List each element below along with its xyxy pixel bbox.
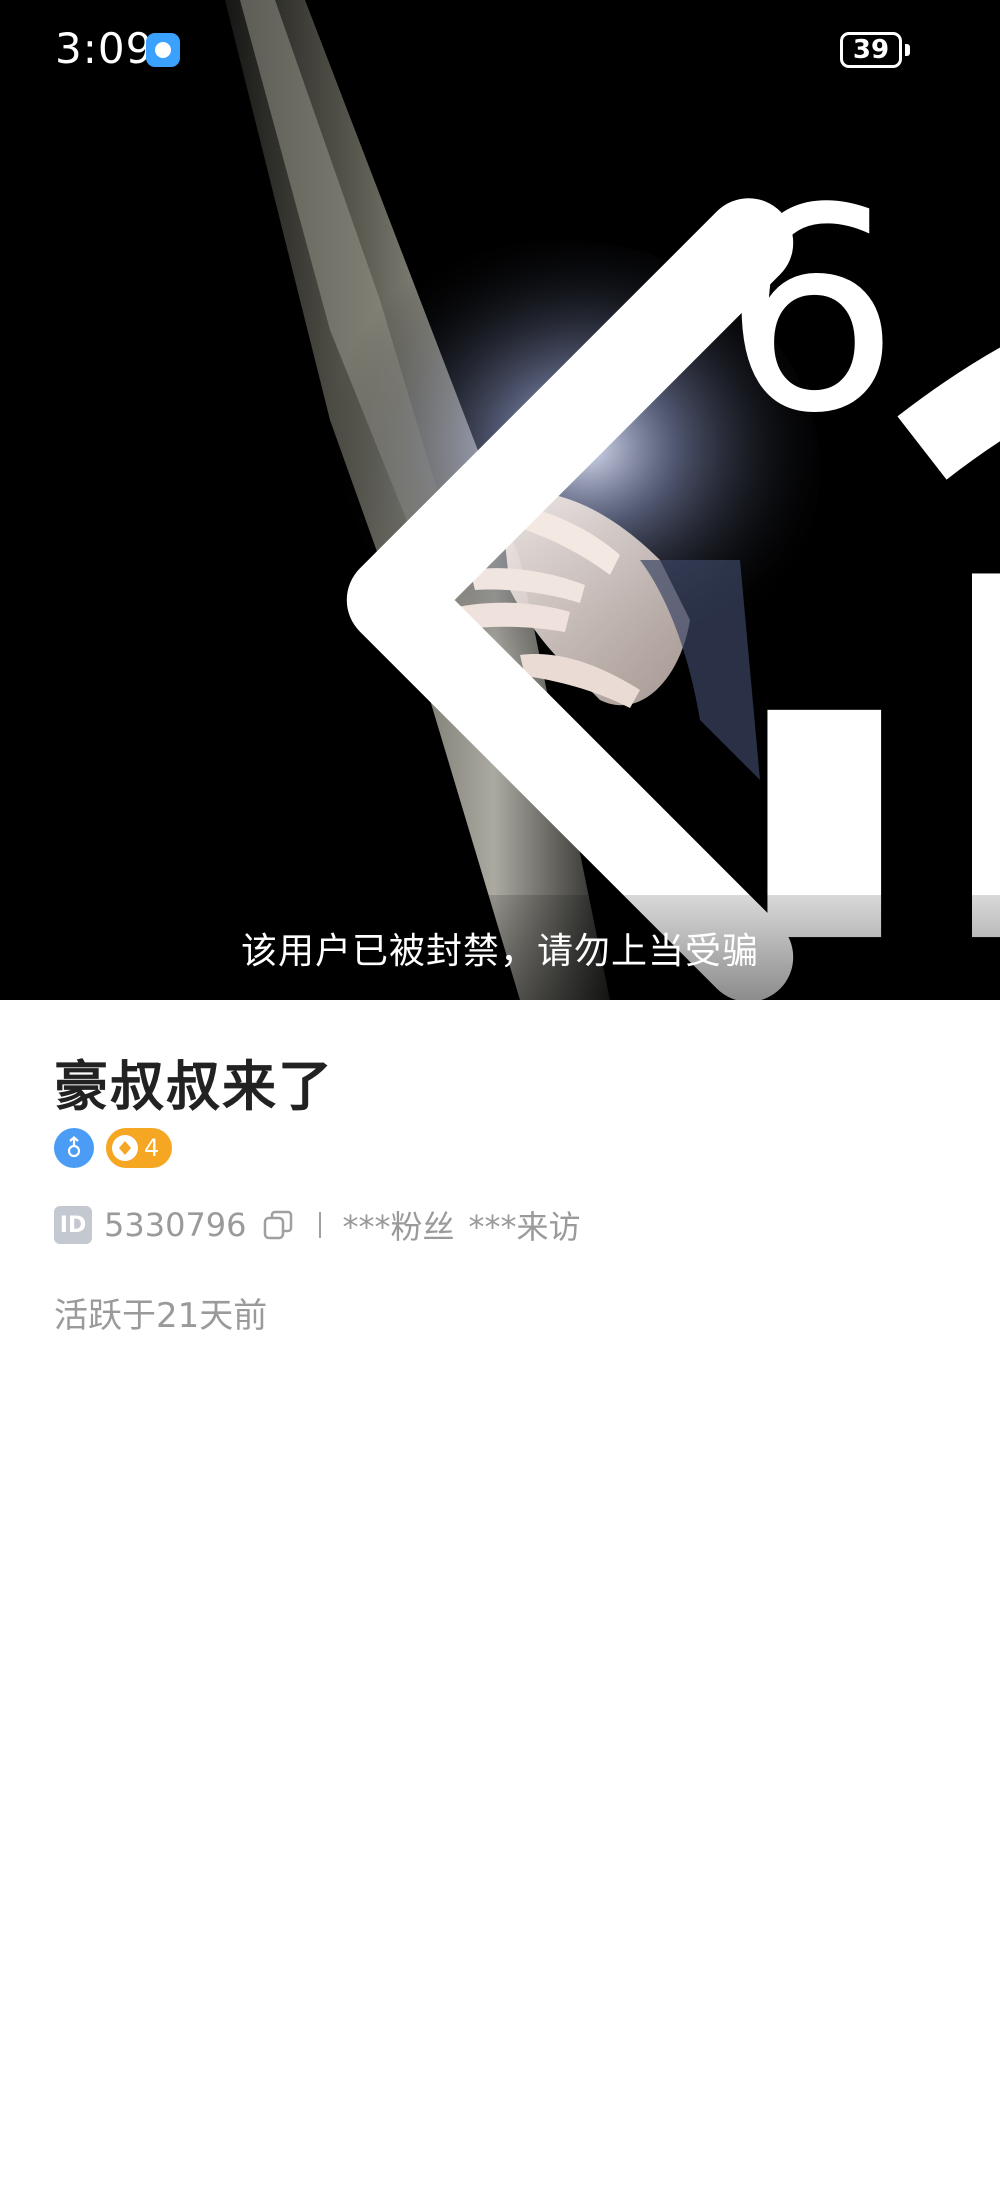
back-button[interactable]	[70, 100, 794, 1000]
gender-badge	[54, 1128, 94, 1168]
user-id: 5330796	[104, 1206, 247, 1244]
more-button[interactable]	[870, 105, 1000, 632]
battery-level: 39	[852, 35, 890, 65]
profile-cover-image: 3:09 6 39 该用户已被封禁，请勿上当受骗	[0, 0, 1000, 1000]
app-notification-icon	[146, 33, 180, 67]
copy-icon[interactable]	[261, 1208, 295, 1242]
male-icon	[67, 1136, 81, 1158]
id-tag: ID	[54, 1206, 92, 1244]
level-number: 4	[144, 1134, 160, 1162]
status-icons: 6 39	[722, 28, 1000, 938]
battery-icon: 39	[840, 32, 902, 68]
user-badges: 4	[54, 1128, 172, 1168]
diamond-icon	[112, 1135, 138, 1161]
ban-notice-banner: 该用户已被封禁，请勿上当受骗	[0, 895, 1000, 1000]
level-badge: 4	[106, 1128, 172, 1168]
fans-count: ***粉丝	[342, 1208, 455, 1246]
meta-divider	[318, 1212, 321, 1238]
more-icon	[995, 578, 1000, 632]
back-icon	[346, 198, 794, 1000]
battery-tip	[905, 44, 910, 56]
user-meta-row: ID 5330796 ***粉丝 ***来访	[54, 1205, 581, 1246]
status-time: 3:09	[55, 24, 154, 73]
user-name: 豪叔叔来了	[54, 1055, 334, 1118]
ban-notice-text: 该用户已被封禁，请勿上当受骗	[240, 930, 759, 972]
visitors-count: ***来访	[468, 1208, 581, 1246]
last-active-text: 活跃于21天前	[54, 1296, 268, 1336]
status-bar: 3:09 6 39	[0, 0, 1000, 938]
